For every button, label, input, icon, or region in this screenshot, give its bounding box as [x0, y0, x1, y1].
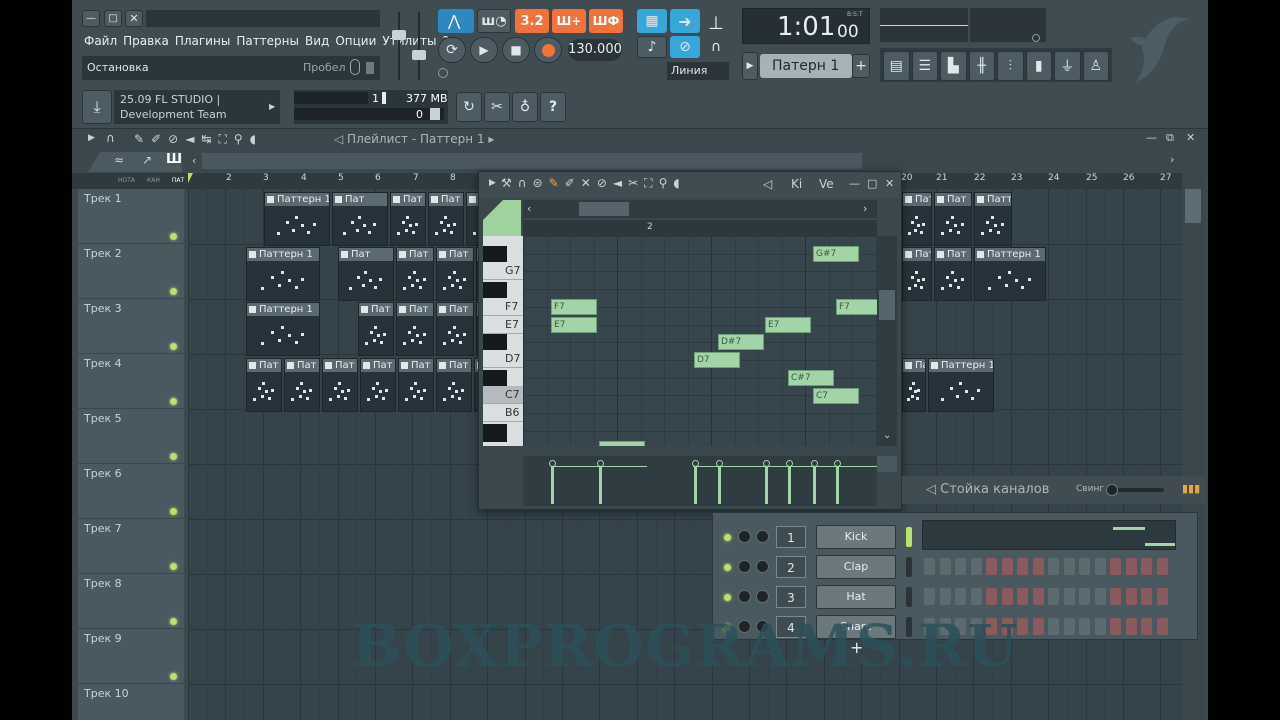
step-button[interactable] [924, 588, 935, 605]
channel-mixer-number[interactable]: 2 [776, 556, 806, 578]
step-button[interactable] [1032, 558, 1044, 575]
step-button[interactable] [1001, 558, 1013, 575]
step-button[interactable] [1063, 558, 1075, 575]
step-button[interactable] [1141, 558, 1152, 575]
step-button[interactable] [1032, 618, 1044, 635]
step-button[interactable] [1141, 588, 1152, 605]
step-button[interactable] [970, 588, 982, 605]
step-button[interactable] [1017, 588, 1028, 605]
step-button[interactable] [1063, 588, 1075, 605]
channel-name-button[interactable]: Kick [816, 525, 896, 549]
step-button[interactable] [1063, 618, 1075, 635]
channel-led-icon[interactable] [724, 564, 731, 571]
step-button[interactable] [955, 558, 966, 575]
preview-note [1145, 543, 1175, 546]
step-button[interactable] [1094, 558, 1106, 575]
channel-mixer-number[interactable]: 3 [776, 586, 806, 608]
step-button[interactable] [1156, 588, 1168, 605]
step-button[interactable] [1110, 618, 1121, 635]
channel-row: 2 Clap [720, 554, 1190, 580]
step-button[interactable] [1110, 558, 1121, 575]
step-button[interactable] [939, 588, 951, 605]
channel-select-indicator[interactable] [906, 587, 912, 607]
channel-piano-roll-preview[interactable] [922, 520, 1176, 550]
step-button[interactable] [1017, 558, 1028, 575]
channel-row: 1 Kick [720, 520, 1190, 550]
step-button[interactable] [1094, 588, 1106, 605]
channel-pan-knob[interactable] [738, 530, 751, 543]
step-button[interactable] [1156, 618, 1168, 635]
step-button[interactable] [1156, 558, 1168, 575]
step-button[interactable] [1032, 588, 1044, 605]
channel-row: 3 Hat [720, 584, 1190, 610]
step-button[interactable] [1001, 588, 1013, 605]
step-button[interactable] [1125, 618, 1137, 635]
step-button[interactable] [1125, 588, 1137, 605]
step-button[interactable] [1048, 558, 1059, 575]
step-button[interactable] [1141, 618, 1152, 635]
step-button[interactable] [924, 558, 935, 575]
step-button[interactable] [1079, 558, 1090, 575]
fl-studio-window: — □ ✕ Файл Правка Плагины Паттерны Вид О… [72, 0, 1208, 720]
channel-pan-knob[interactable] [738, 560, 751, 573]
step-button[interactable] [955, 588, 966, 605]
step-button[interactable] [970, 558, 982, 575]
step-button[interactable] [1125, 558, 1137, 575]
channel-pan-knob[interactable] [738, 590, 751, 603]
step-button[interactable] [1110, 588, 1121, 605]
channel-volume-knob[interactable] [756, 560, 769, 573]
step-button[interactable] [1048, 618, 1059, 635]
channel-select-indicator[interactable] [906, 557, 912, 577]
step-button[interactable] [1048, 588, 1059, 605]
channel-led-icon[interactable] [724, 534, 731, 541]
channel-name-button[interactable]: Clap [816, 555, 896, 579]
step-button[interactable] [1094, 618, 1106, 635]
step-button[interactable] [1079, 618, 1090, 635]
step-button[interactable] [986, 558, 997, 575]
channel-volume-knob[interactable] [756, 530, 769, 543]
channel-led-icon[interactable] [724, 594, 731, 601]
step-button[interactable] [939, 558, 951, 575]
channel-mixer-number[interactable]: 1 [776, 526, 806, 548]
channel-select-indicator[interactable] [906, 527, 912, 547]
step-button[interactable] [986, 588, 997, 605]
preview-note [1113, 527, 1145, 530]
step-button[interactable] [1079, 588, 1090, 605]
channel-name-button[interactable]: Hat [816, 585, 896, 609]
channel-volume-knob[interactable] [756, 590, 769, 603]
watermark-text: BOXPROGRAMS.RU [352, 612, 1019, 680]
